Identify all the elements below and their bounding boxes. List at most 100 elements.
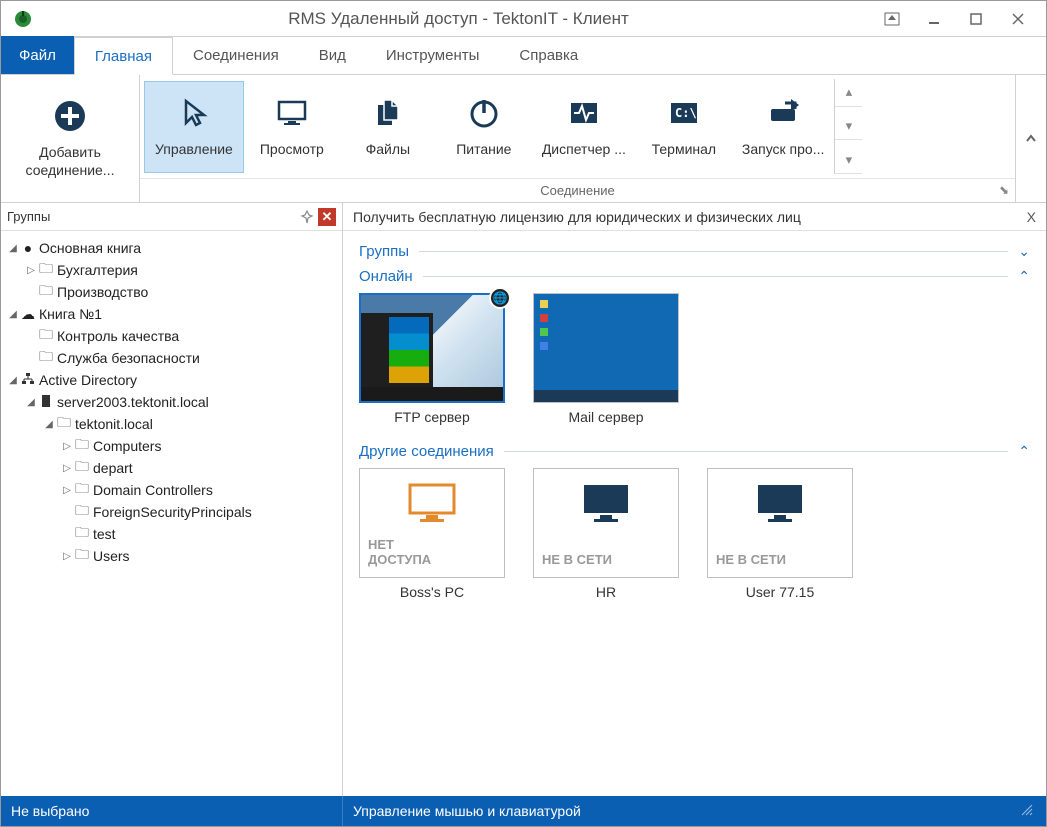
tree-node-main-book[interactable]: ◢●Основная книга <box>3 237 340 259</box>
card-user-77-15[interactable]: НЕ В СЕТИ User 77.15 <box>707 468 853 600</box>
dialog-launcher-icon[interactable]: ⬊ <box>999 183 1009 197</box>
tree-node-fsp[interactable]: 🗀ForeignSecurityPrincipals <box>3 501 340 523</box>
divider <box>423 276 1009 277</box>
card-hr[interactable]: НЕ В СЕТИ HR <box>533 468 679 600</box>
gallery-up-icon[interactable]: ▴ <box>835 79 862 107</box>
card-label: Boss's PC <box>359 584 505 600</box>
terminal-label: Терминал <box>652 140 716 158</box>
status-offline: НЕ В СЕТИ <box>534 552 678 567</box>
launch-button[interactable]: Запуск про... <box>732 81 835 173</box>
group-header-other[interactable]: Другие соединения ⌃ <box>359 443 1030 460</box>
gallery-more-icon[interactable]: ▾ <box>835 146 862 174</box>
tree-node-dc[interactable]: ▷🗀Domain Controllers <box>3 479 340 501</box>
files-button[interactable]: Файлы <box>340 81 436 173</box>
power-button[interactable]: Питание <box>436 81 532 173</box>
ribbon-group-add: Добавить соединение... <box>1 75 140 202</box>
license-banner-close[interactable]: X <box>1027 209 1036 225</box>
group-header-online-label: Онлайн <box>359 268 413 285</box>
add-connection-label: Добавить соединение... <box>26 143 115 179</box>
group-header-online[interactable]: Онлайн ⌃ <box>359 268 1030 285</box>
status-left: Не выбрано <box>1 796 343 826</box>
card-ftp-server[interactable]: 🌐 FTP сервер <box>359 293 505 425</box>
tree-node-ad[interactable]: ◢Active Directory <box>3 369 340 391</box>
maximize-button[interactable] <box>964 7 988 31</box>
tree-node-depart[interactable]: ▷🗀depart <box>3 457 340 479</box>
sidebar-header: Группы ✕ <box>1 203 342 231</box>
ribbon-group-label-text: Соединение <box>540 183 615 198</box>
thumbnail: НЕ В СЕТИ <box>707 468 853 578</box>
chevron-up-icon: ⌃ <box>1018 443 1030 460</box>
divider <box>419 251 1008 252</box>
manage-label: Управление <box>155 140 233 158</box>
minimize-button[interactable] <box>922 7 946 31</box>
close-button[interactable] <box>1006 7 1030 31</box>
tree-node-production[interactable]: 🗀Производство <box>3 281 340 303</box>
tree-node-test[interactable]: 🗀test <box>3 523 340 545</box>
card-boss-pc[interactable]: НЕТ ДОСТУПА Boss's PC <box>359 468 505 600</box>
tree-node-domain[interactable]: ◢🗀tektonit.local <box>3 413 340 435</box>
content: Получить бесплатную лицензию для юридиче… <box>343 203 1046 796</box>
group-header-groups[interactable]: Группы ⌄ <box>359 243 1030 260</box>
group-header-groups-label: Группы <box>359 243 409 260</box>
view-label: Просмотр <box>260 140 324 158</box>
status-offline: НЕ В СЕТИ <box>708 552 852 567</box>
sidebar-close-icon[interactable]: ✕ <box>318 208 336 226</box>
ribbon-gallery-scroll[interactable]: ▴ ▾ ▾ <box>834 79 862 174</box>
power-label: Питание <box>456 140 511 158</box>
tab-view[interactable]: Вид <box>299 36 366 74</box>
chevron-down-icon: ⌄ <box>1018 243 1030 260</box>
card-label: FTP сервер <box>359 409 505 425</box>
terminal-button[interactable]: C:\ Терминал <box>636 81 732 173</box>
tab-main[interactable]: Главная <box>74 37 173 75</box>
manage-button[interactable]: Управление <box>144 81 244 173</box>
tree-node-computers[interactable]: ▷🗀Computers <box>3 435 340 457</box>
power-icon <box>466 95 502 134</box>
cursor-icon <box>176 95 212 134</box>
tree-node-users[interactable]: ▷🗀Users <box>3 545 340 567</box>
tab-connections[interactable]: Соединения <box>173 36 299 74</box>
ribbon-group-connection: Управление Просмотр Файлы Питание Диспет… <box>140 75 1016 202</box>
globe-icon: 🌐 <box>489 287 511 309</box>
resize-grip-icon[interactable] <box>1020 803 1036 819</box>
title-bar: RMS Удаленный доступ - TektonIT - Клиент <box>1 1 1046 37</box>
view-button[interactable]: Просмотр <box>244 81 340 173</box>
tree-node-book1[interactable]: ◢☁Книга №1 <box>3 303 340 325</box>
tab-file[interactable]: Файл <box>1 36 74 74</box>
pin-icon[interactable] <box>298 208 316 226</box>
monitor-icon <box>404 479 460 530</box>
launch-label: Запуск про... <box>742 140 825 158</box>
tree-node-accounting[interactable]: ▷🗀Бухгалтерия <box>3 259 340 281</box>
license-banner: Получить бесплатную лицензию для юридиче… <box>343 203 1046 231</box>
ribbon-group-label: Соединение ⬊ <box>140 178 1015 202</box>
thumbnail: 🌐 <box>359 293 505 403</box>
card-label: Mail сервер <box>533 409 679 425</box>
license-banner-text[interactable]: Получить бесплатную лицензию для юридиче… <box>353 209 801 225</box>
tree-node-security[interactable]: 🗀Служба безопасности <box>3 347 340 369</box>
tree-node-quality[interactable]: 🗀Контроль качества <box>3 325 340 347</box>
launch-icon <box>765 95 801 134</box>
ribbon-collapse-button[interactable] <box>1016 75 1046 202</box>
card-label: HR <box>533 584 679 600</box>
group-header-other-label: Другие соединения <box>359 443 494 460</box>
status-right-text: Управление мышью и клавиатурой <box>353 803 581 819</box>
monitor-icon <box>752 479 808 530</box>
tree: ◢●Основная книга ▷🗀Бухгалтерия 🗀Производ… <box>1 231 342 796</box>
task-manager-button[interactable]: Диспетчер ... <box>532 81 636 173</box>
sidebar: Группы ✕ ◢●Основная книга ▷🗀Бухгалтерия … <box>1 203 343 796</box>
terminal-icon: C:\ <box>666 95 702 134</box>
card-mail-server[interactable]: Mail сервер <box>533 293 679 425</box>
add-connection-button[interactable]: Добавить соединение... <box>5 93 135 185</box>
thumbnail <box>533 293 679 403</box>
monitor-icon <box>578 479 634 530</box>
cards-other: НЕТ ДОСТУПА Boss's PC НЕ В СЕТИ HR НЕ В … <box>359 468 1030 600</box>
tab-tools[interactable]: Инструменты <box>366 36 500 74</box>
window-help-icon[interactable] <box>880 7 904 31</box>
sidebar-title: Группы <box>7 209 50 224</box>
tree-node-server[interactable]: ◢server2003.tektonit.local <box>3 391 340 413</box>
thumbnail: НЕТ ДОСТУПА <box>359 468 505 578</box>
tab-help[interactable]: Справка <box>499 36 598 74</box>
window-controls <box>880 7 1030 31</box>
card-label: User 77.15 <box>707 584 853 600</box>
thumbnail: НЕ В СЕТИ <box>533 468 679 578</box>
gallery-down-icon[interactable]: ▾ <box>835 113 862 141</box>
